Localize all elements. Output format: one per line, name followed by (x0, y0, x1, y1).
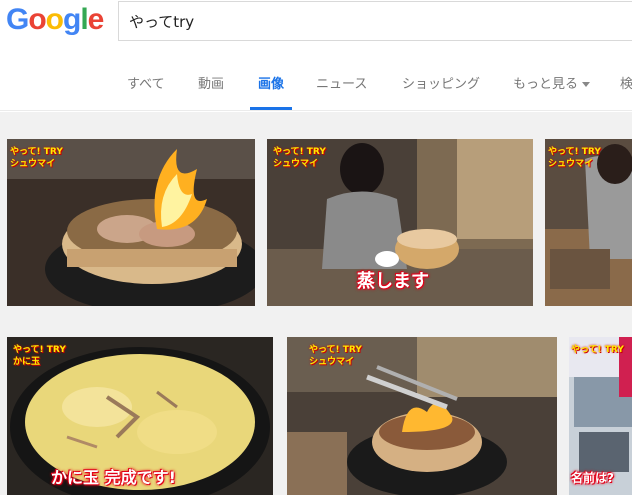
google-logo[interactable]: Google (6, 3, 105, 37)
logo-letter: G (6, 3, 29, 36)
image-badge: やって! TRY (571, 345, 624, 355)
image-result[interactable]: やって! TRY かに玉 かに玉 完成です! (7, 337, 273, 495)
logo-letter: l (80, 3, 88, 36)
image-caption: かに玉 完成です! (51, 468, 176, 487)
image-badge-sub: シュウマイ (273, 159, 319, 169)
image-result[interactable]: やって! TRY シュウマイ (545, 139, 632, 306)
logo-letter: o (28, 3, 46, 36)
image-result[interactable]: やって! TRY シュウマイ 蒸します (267, 139, 533, 306)
tab-videos[interactable]: 動画 (198, 73, 224, 92)
tab-more[interactable]: もっと見る (513, 73, 591, 92)
header: Google (0, 0, 632, 55)
active-tab-indicator (250, 107, 292, 110)
image-badge-sub: シュウマイ (10, 159, 56, 169)
tab-more-label: もっと見る (513, 77, 579, 92)
image-badge-sub: かに玉 (13, 357, 41, 367)
tab-search-tools[interactable]: 検 (620, 73, 632, 92)
image-badge-sub: シュウマイ (548, 159, 594, 169)
tab-all[interactable]: すべて (127, 73, 165, 92)
image-badge-sub: シュウマイ (309, 357, 355, 367)
search-tabs: すべて 動画 画像 ニュース ショッピング もっと見る 検 (0, 55, 632, 111)
search-input[interactable] (119, 2, 632, 40)
tab-news[interactable]: ニュース (316, 73, 367, 92)
image-caption: 名前は? (571, 471, 614, 485)
logo-letter: e (87, 3, 105, 36)
image-caption: 蒸します (357, 271, 429, 292)
chevron-down-icon (582, 82, 591, 87)
logo-letter: o (45, 3, 64, 36)
image-result[interactable]: やって! TRY シュウマイ (287, 337, 557, 495)
image-result[interactable]: やって! TRY シュウマイ (7, 139, 255, 306)
logo-letter: g (63, 3, 81, 36)
image-results-grid: やって! TRY シュウマイ やって! TRY シュウマイ 蒸します やって! … (0, 112, 632, 495)
image-result[interactable]: やって! TRY 名前は? (569, 337, 632, 495)
tab-images[interactable]: 画像 (258, 73, 284, 92)
search-box[interactable] (118, 1, 632, 41)
tab-shopping[interactable]: ショッピング (402, 73, 480, 92)
